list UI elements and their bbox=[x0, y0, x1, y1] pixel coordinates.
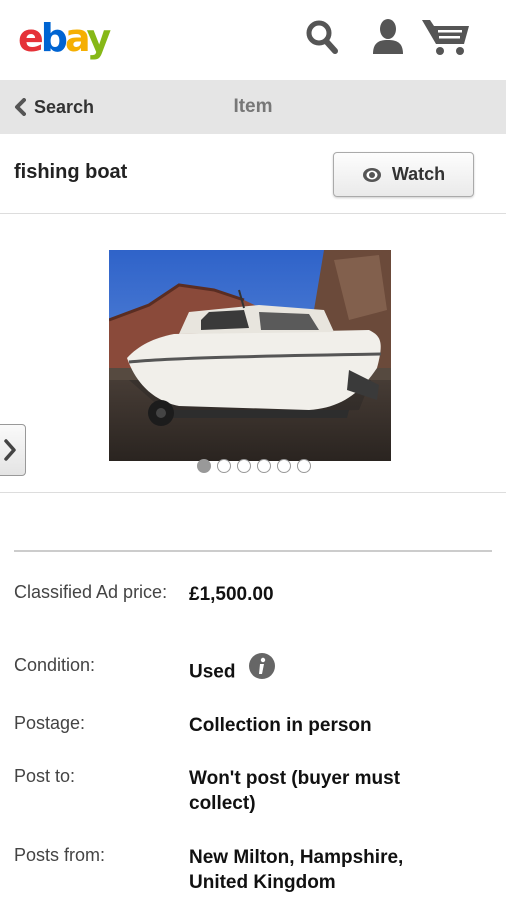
condition-text: Used bbox=[189, 661, 236, 683]
post-to-value: Won't post (buyer must collect) bbox=[189, 768, 401, 814]
chevron-left-icon bbox=[15, 98, 26, 116]
detail-label: Posts from: bbox=[14, 845, 106, 865]
gallery-dot[interactable] bbox=[197, 459, 211, 473]
eye-icon bbox=[362, 167, 381, 182]
postage-value: Collection in person bbox=[189, 715, 372, 736]
price-value: £1,500.00 bbox=[189, 584, 274, 605]
top-header: ebay bbox=[0, 0, 506, 80]
gallery-pagination bbox=[197, 459, 311, 473]
logo-letter-y: y bbox=[86, 16, 111, 60]
account-icon[interactable] bbox=[370, 16, 406, 56]
section-divider bbox=[14, 550, 492, 552]
image-gallery bbox=[0, 215, 506, 493]
gallery-dot[interactable] bbox=[257, 459, 271, 473]
chevron-right-icon bbox=[4, 439, 16, 461]
detail-label: Postage: bbox=[14, 713, 86, 733]
gallery-next-button[interactable] bbox=[0, 424, 26, 476]
gallery-dot[interactable] bbox=[237, 459, 251, 473]
gallery-dot[interactable] bbox=[217, 459, 231, 473]
back-label: Search bbox=[34, 96, 95, 117]
logo-letter-e: e bbox=[18, 16, 44, 60]
item-title-row: fishing boat Watch bbox=[0, 134, 506, 214]
detail-label: Condition: bbox=[14, 655, 96, 675]
detail-label: Post to: bbox=[14, 766, 76, 786]
watch-button[interactable]: Watch bbox=[333, 152, 474, 197]
gallery-dot[interactable] bbox=[277, 459, 291, 473]
item-title: fishing boat bbox=[14, 161, 128, 183]
ebay-logo[interactable]: ebay bbox=[18, 16, 111, 60]
logo-letter-b: b bbox=[40, 16, 68, 60]
condition-value: Used bbox=[189, 653, 459, 686]
search-icon[interactable] bbox=[304, 16, 340, 56]
watch-label: Watch bbox=[391, 164, 446, 184]
gallery-dot[interactable] bbox=[297, 459, 311, 473]
back-to-search-button[interactable]: Search bbox=[14, 80, 94, 134]
logo-letter-a: a bbox=[64, 16, 90, 60]
posts-from-value: New Milton, Hampshire, United Kingdom bbox=[189, 847, 404, 893]
cart-icon[interactable] bbox=[420, 16, 472, 58]
info-icon[interactable] bbox=[248, 653, 275, 686]
item-photo[interactable] bbox=[109, 250, 391, 461]
nav-bar: Search Item bbox=[0, 80, 506, 134]
detail-label: Classified Ad price: bbox=[14, 582, 168, 602]
